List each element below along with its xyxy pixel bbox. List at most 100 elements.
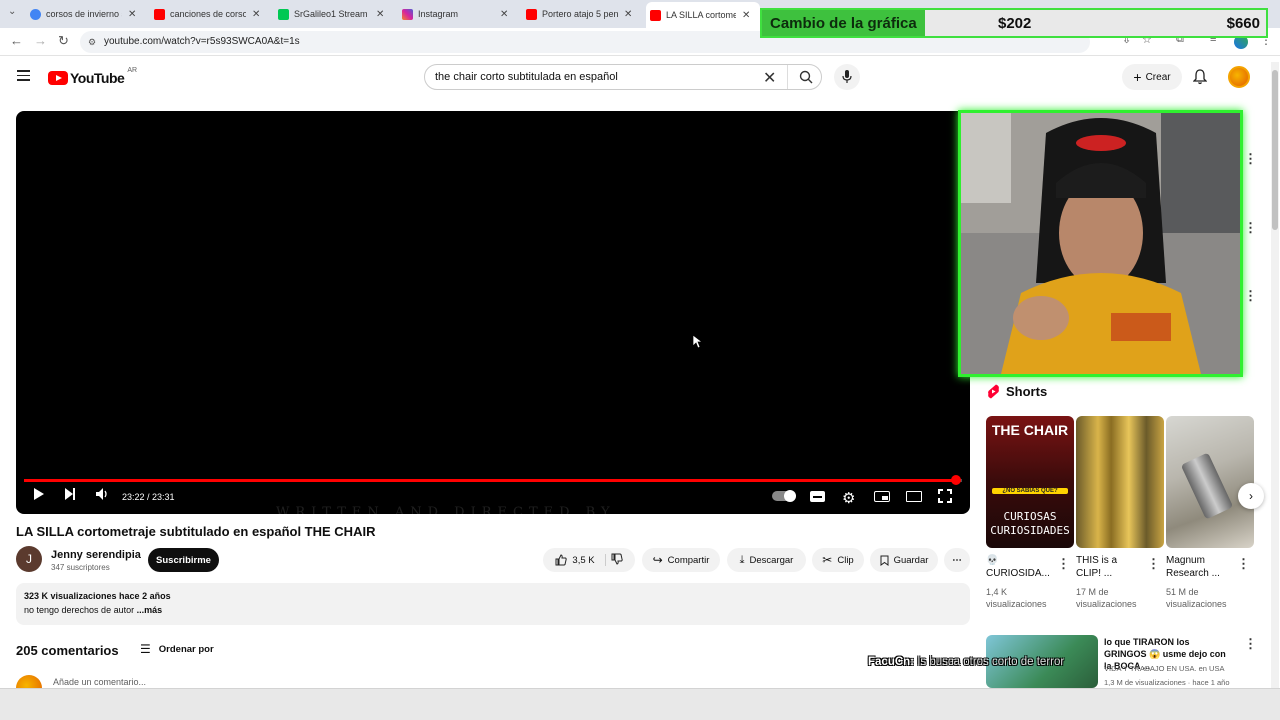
- browser-tab-2[interactable]: canciones de corso 2 ✕: [154, 4, 272, 24]
- thumb-caption: CURIOSAS CURIOSIDADES: [990, 510, 1070, 537]
- search-input[interactable]: the chair corto subtitulada en español: [435, 71, 618, 83]
- youtube-logo[interactable]: YouTube AR: [48, 67, 137, 86]
- short-title-2[interactable]: THIS is a CLIP! ...: [1076, 554, 1117, 580]
- settings-gear-icon[interactable]: ⚙: [842, 489, 855, 507]
- channel-avatar[interactable]: J: [16, 546, 42, 572]
- browser-tab-5[interactable]: Portero atajo 5 penal ✕: [526, 4, 644, 24]
- short-thumbnail-2[interactable]: [1076, 416, 1164, 548]
- browser-tab-3[interactable]: SrGalileo1 Stream - V ✕: [278, 4, 396, 24]
- short-title-line: Magnum: [1166, 555, 1205, 566]
- show-more-link[interactable]: ...más: [137, 605, 163, 615]
- dislike-button[interactable]: [611, 553, 623, 568]
- short-title-line: Research ...: [1166, 568, 1220, 579]
- download-icon: ⤓: [739, 553, 745, 566]
- close-tab-icon[interactable]: ✕: [128, 9, 136, 20]
- video-menu-icon[interactable]: ⋮: [1244, 220, 1257, 236]
- user-avatar[interactable]: [1228, 66, 1250, 88]
- share-arrow-icon: ↪: [652, 553, 663, 567]
- subtitles-icon[interactable]: [810, 491, 825, 502]
- miniplayer-icon[interactable]: [874, 491, 890, 502]
- short-thumbnail-1[interactable]: THE CHAIR ¿NO SABÍAS QUE? CURIOSAS CURIO…: [986, 416, 1074, 548]
- clip-button[interactable]: ✂ Clip: [812, 548, 864, 572]
- clear-search-icon[interactable]: ✕: [763, 68, 776, 88]
- short-title-line: THIS is a: [1076, 555, 1118, 566]
- hamburger-menu-icon[interactable]: [17, 70, 30, 81]
- browser-tab-1[interactable]: corsos de invierno sa ✕: [30, 4, 148, 24]
- video-menu-icon[interactable]: ⋮: [1244, 151, 1257, 167]
- description-box[interactable]: 323 K visualizaciones hace 2 años no ten…: [16, 583, 970, 625]
- overlay-value-right: $660: [1226, 14, 1260, 32]
- short-views-3: 51 M de visualizaciones: [1166, 586, 1227, 610]
- comment-input[interactable]: Añade un comentario...: [53, 677, 146, 687]
- browser-tab-4[interactable]: Instagram ✕: [402, 4, 520, 24]
- play-icon[interactable]: [33, 487, 45, 504]
- video-menu-icon[interactable]: ⋮: [1244, 288, 1257, 304]
- voice-search-button[interactable]: [834, 64, 860, 90]
- share-button[interactable]: ↪ Compartir: [642, 548, 720, 572]
- progress-scrubber[interactable]: [950, 475, 961, 485]
- short-views-line: 51 M de: [1166, 587, 1199, 597]
- kick-favicon-icon: [278, 8, 289, 20]
- close-tab-icon[interactable]: ✕: [500, 9, 508, 20]
- youtube-header: YouTube AR the chair corto subtitulada e…: [0, 56, 1280, 100]
- page-scrollbar[interactable]: [1271, 62, 1279, 688]
- tab-title: LA SILLA cortometraj: [666, 10, 736, 20]
- channel-name[interactable]: Jenny serendipia: [51, 549, 141, 561]
- google-favicon-icon: [30, 8, 41, 20]
- theater-mode-icon[interactable]: [906, 491, 922, 502]
- site-info-icon[interactable]: ⚙: [88, 31, 96, 53]
- next-icon[interactable]: [64, 487, 76, 504]
- notifications-bell-icon[interactable]: [1192, 69, 1208, 90]
- video-player[interactable]: WRITTEN AND DIRECTED BY 23:22 / 23:31 ⚙: [16, 111, 970, 514]
- progress-played: [24, 479, 956, 482]
- sort-comments-button[interactable]: ☰ Ordenar por: [140, 642, 214, 656]
- short-title-3[interactable]: Magnum Research ...: [1166, 554, 1220, 580]
- subscriber-count: 347 suscriptores: [51, 563, 110, 572]
- save-label: Guardar: [893, 554, 929, 566]
- overlay-label: Cambio de la gráfica: [762, 10, 925, 36]
- browser-tab-6-active[interactable]: LA SILLA cortometraj ✕: [646, 2, 760, 28]
- short-menu-icon[interactable]: ⋮: [1237, 556, 1250, 572]
- shorts-icon: [988, 384, 999, 399]
- progress-bar[interactable]: [24, 475, 962, 485]
- description-text: no tengo derechos de autor: [24, 605, 135, 615]
- subscribe-button[interactable]: Suscribirme: [148, 548, 219, 572]
- shorts-section-header: Shorts: [987, 384, 1047, 399]
- short-thumbnail-3[interactable]: [1166, 416, 1254, 548]
- forward-icon[interactable]: →: [34, 33, 47, 48]
- youtube-favicon-icon: [154, 8, 165, 20]
- short-views-line: visualizaciones: [1166, 599, 1227, 609]
- download-button[interactable]: ⤓ Descargar: [727, 548, 806, 572]
- close-tab-icon[interactable]: ✕: [624, 9, 632, 20]
- close-tab-icon[interactable]: ✕: [376, 9, 384, 20]
- reload-icon[interactable]: ↻: [58, 33, 69, 49]
- thumb-badge: ¿NO SABÍAS QUE?: [992, 488, 1068, 494]
- scrollbar-thumb[interactable]: [1272, 70, 1278, 230]
- microphone-icon: [842, 70, 852, 83]
- thumbs-down-icon: [611, 553, 623, 565]
- volume-icon[interactable]: [95, 487, 109, 504]
- create-button[interactable]: + Crear: [1122, 64, 1182, 90]
- search-button[interactable]: [787, 65, 823, 89]
- back-icon[interactable]: ←: [10, 33, 23, 48]
- short-menu-icon[interactable]: ⋮: [1057, 556, 1070, 572]
- video-menu-icon[interactable]: ⋮: [1244, 636, 1257, 652]
- tab-title: SrGalileo1 Stream - V: [294, 9, 370, 19]
- overlay-value-mid: $202: [998, 14, 1032, 32]
- autoplay-toggle[interactable]: [772, 490, 796, 502]
- like-button[interactable]: 3,5 K: [555, 554, 606, 566]
- fullscreen-icon[interactable]: [938, 489, 952, 506]
- more-actions-icon[interactable]: ⋯: [944, 548, 970, 572]
- search-box[interactable]: the chair corto subtitulada en español ✕: [424, 64, 822, 90]
- shorts-next-chevron-icon[interactable]: ›: [1238, 483, 1264, 509]
- recommended-video-channel[interactable]: VIDA Y TRABAJO EN USA. en USA: [1104, 664, 1224, 673]
- close-tab-icon[interactable]: ✕: [252, 9, 260, 20]
- short-title-line: CURIOSIDA...: [986, 568, 1050, 579]
- close-tab-icon[interactable]: ✕: [742, 10, 750, 21]
- short-title-1[interactable]: 💀 CURIOSIDA...: [986, 554, 1050, 580]
- youtube-favicon-icon: [526, 8, 537, 20]
- video-title: LA SILLA cortometraje subtitulado en esp…: [16, 524, 376, 539]
- tab-list-icon[interactable]: ⌄: [8, 6, 16, 17]
- save-button[interactable]: Guardar: [870, 548, 938, 572]
- short-menu-icon[interactable]: ⋮: [1147, 556, 1160, 572]
